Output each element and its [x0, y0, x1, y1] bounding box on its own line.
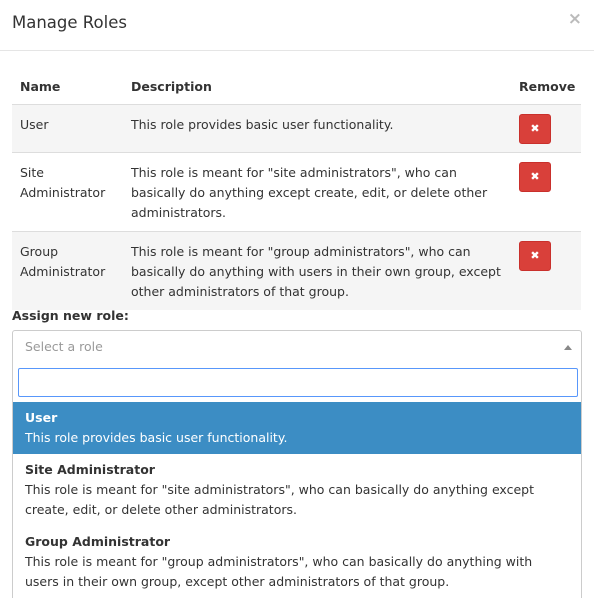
role-select-placeholder: Select a role [25, 339, 103, 354]
remove-role-button[interactable]: ✖ [519, 113, 551, 144]
role-search-input[interactable] [18, 368, 578, 397]
table-row: User This role provides basic user funct… [12, 103, 581, 152]
option-description: This role is meant for "group administra… [25, 554, 533, 589]
modal-header: Manage Roles × [0, 0, 594, 51]
role-option-user[interactable]: User This role provides basic user funct… [13, 402, 581, 454]
table-row: Site Administrator This role is meant fo… [12, 151, 581, 231]
column-header-name: Name [12, 70, 131, 105]
remove-role-button[interactable]: ✖ [519, 161, 551, 192]
option-title: Group Administrator [25, 534, 171, 549]
role-dropdown: User This role provides basic user funct… [12, 363, 582, 598]
role-option-site-administrator[interactable]: Site Administrator This role is meant fo… [13, 454, 581, 526]
table-row: Group Administrator This role is meant f… [12, 230, 581, 310]
role-option-group-administrator[interactable]: Group Administrator This role is meant f… [13, 526, 581, 598]
role-select[interactable]: Select a role [12, 330, 582, 364]
role-name: Group Administrator [12, 230, 131, 310]
roles-table: Name Description Remove User This role p… [12, 70, 581, 310]
caret-up-icon[interactable] [564, 345, 572, 350]
option-description: This role is meant for "site administrat… [25, 482, 534, 517]
role-description: This role is meant for "group administra… [131, 230, 519, 310]
role-description: This role is meant for "site administrat… [131, 151, 519, 231]
option-title: User [25, 410, 58, 425]
close-icon[interactable]: × [568, 9, 582, 29]
option-description: This role provides basic user functional… [25, 430, 288, 445]
modal-title: Manage Roles [12, 13, 127, 32]
role-description: This role provides basic user functional… [131, 103, 519, 152]
manage-roles-modal: Manage Roles × Name Description Remove U… [0, 0, 594, 598]
column-header-description: Description [131, 70, 519, 105]
column-header-remove: Remove [519, 70, 581, 105]
assign-role-label: Assign new role: [12, 308, 129, 323]
role-name: User [12, 103, 131, 152]
option-title: Site Administrator [25, 462, 155, 477]
remove-role-button[interactable]: ✖ [519, 240, 551, 271]
role-name: Site Administrator [12, 151, 131, 231]
